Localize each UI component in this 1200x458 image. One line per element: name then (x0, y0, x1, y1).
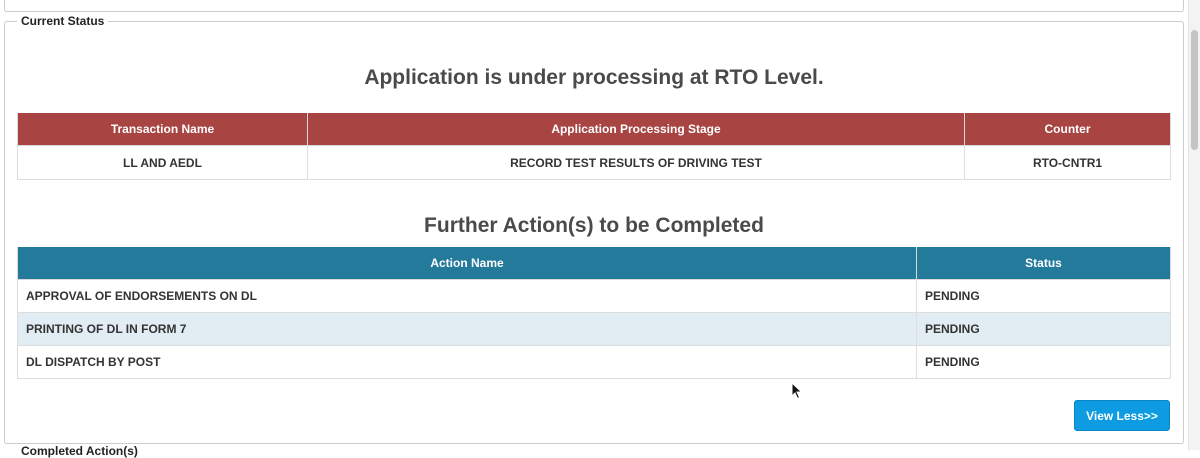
header-transaction-name: Transaction Name (17, 113, 308, 146)
actions-table-header: Action Name Status (17, 247, 1171, 280)
action-status-cell: PENDING (916, 279, 1171, 313)
action-name-cell: APPROVAL OF ENDORSEMENTS ON DL (17, 279, 917, 313)
further-actions-heading: Further Action(s) to be Completed (424, 214, 764, 237)
view-less-button[interactable]: View Less>> (1074, 400, 1170, 431)
counter-cell: RTO-CNTR1 (964, 145, 1171, 180)
action-name-cell: DL DISPATCH BY POST (17, 345, 917, 379)
table-row: APPROVAL OF ENDORSEMENTS ON DL PENDING (17, 279, 1171, 313)
transaction-name-cell: LL AND AEDL (17, 145, 308, 180)
action-name-cell: PRINTING OF DL IN FORM 7 (17, 312, 917, 346)
processing-table-header: Transaction Name Application Processing … (17, 113, 1171, 146)
mouse-pointer-icon (791, 382, 803, 400)
actions-table: Action Name Status APPROVAL OF ENDORSEME… (17, 247, 1171, 379)
table-row: LL AND AEDL RECORD TEST RESULTS OF DRIVI… (17, 145, 1171, 180)
action-status-cell: PENDING (916, 312, 1171, 346)
processing-heading: Application is under processing at RTO L… (364, 66, 824, 89)
processing-table: Transaction Name Application Processing … (17, 113, 1171, 180)
table-row: PRINTING OF DL IN FORM 7 PENDING (17, 312, 1171, 346)
table-row: DL DISPATCH BY POST PENDING (17, 345, 1171, 379)
header-action-name: Action Name (17, 247, 917, 280)
scrollbar-thumb[interactable] (1191, 30, 1198, 150)
completed-actions-legend: Completed Action(s) (17, 444, 142, 458)
current-status-legend: Current Status (17, 14, 109, 28)
header-counter: Counter (964, 113, 1171, 146)
previous-section-panel (4, 0, 1184, 12)
action-status-cell: PENDING (916, 345, 1171, 379)
page-scrollbar[interactable] (1188, 0, 1200, 450)
header-processing-stage: Application Processing Stage (307, 113, 965, 146)
header-status: Status (916, 247, 1171, 280)
processing-stage-cell: RECORD TEST RESULTS OF DRIVING TEST (307, 145, 965, 180)
